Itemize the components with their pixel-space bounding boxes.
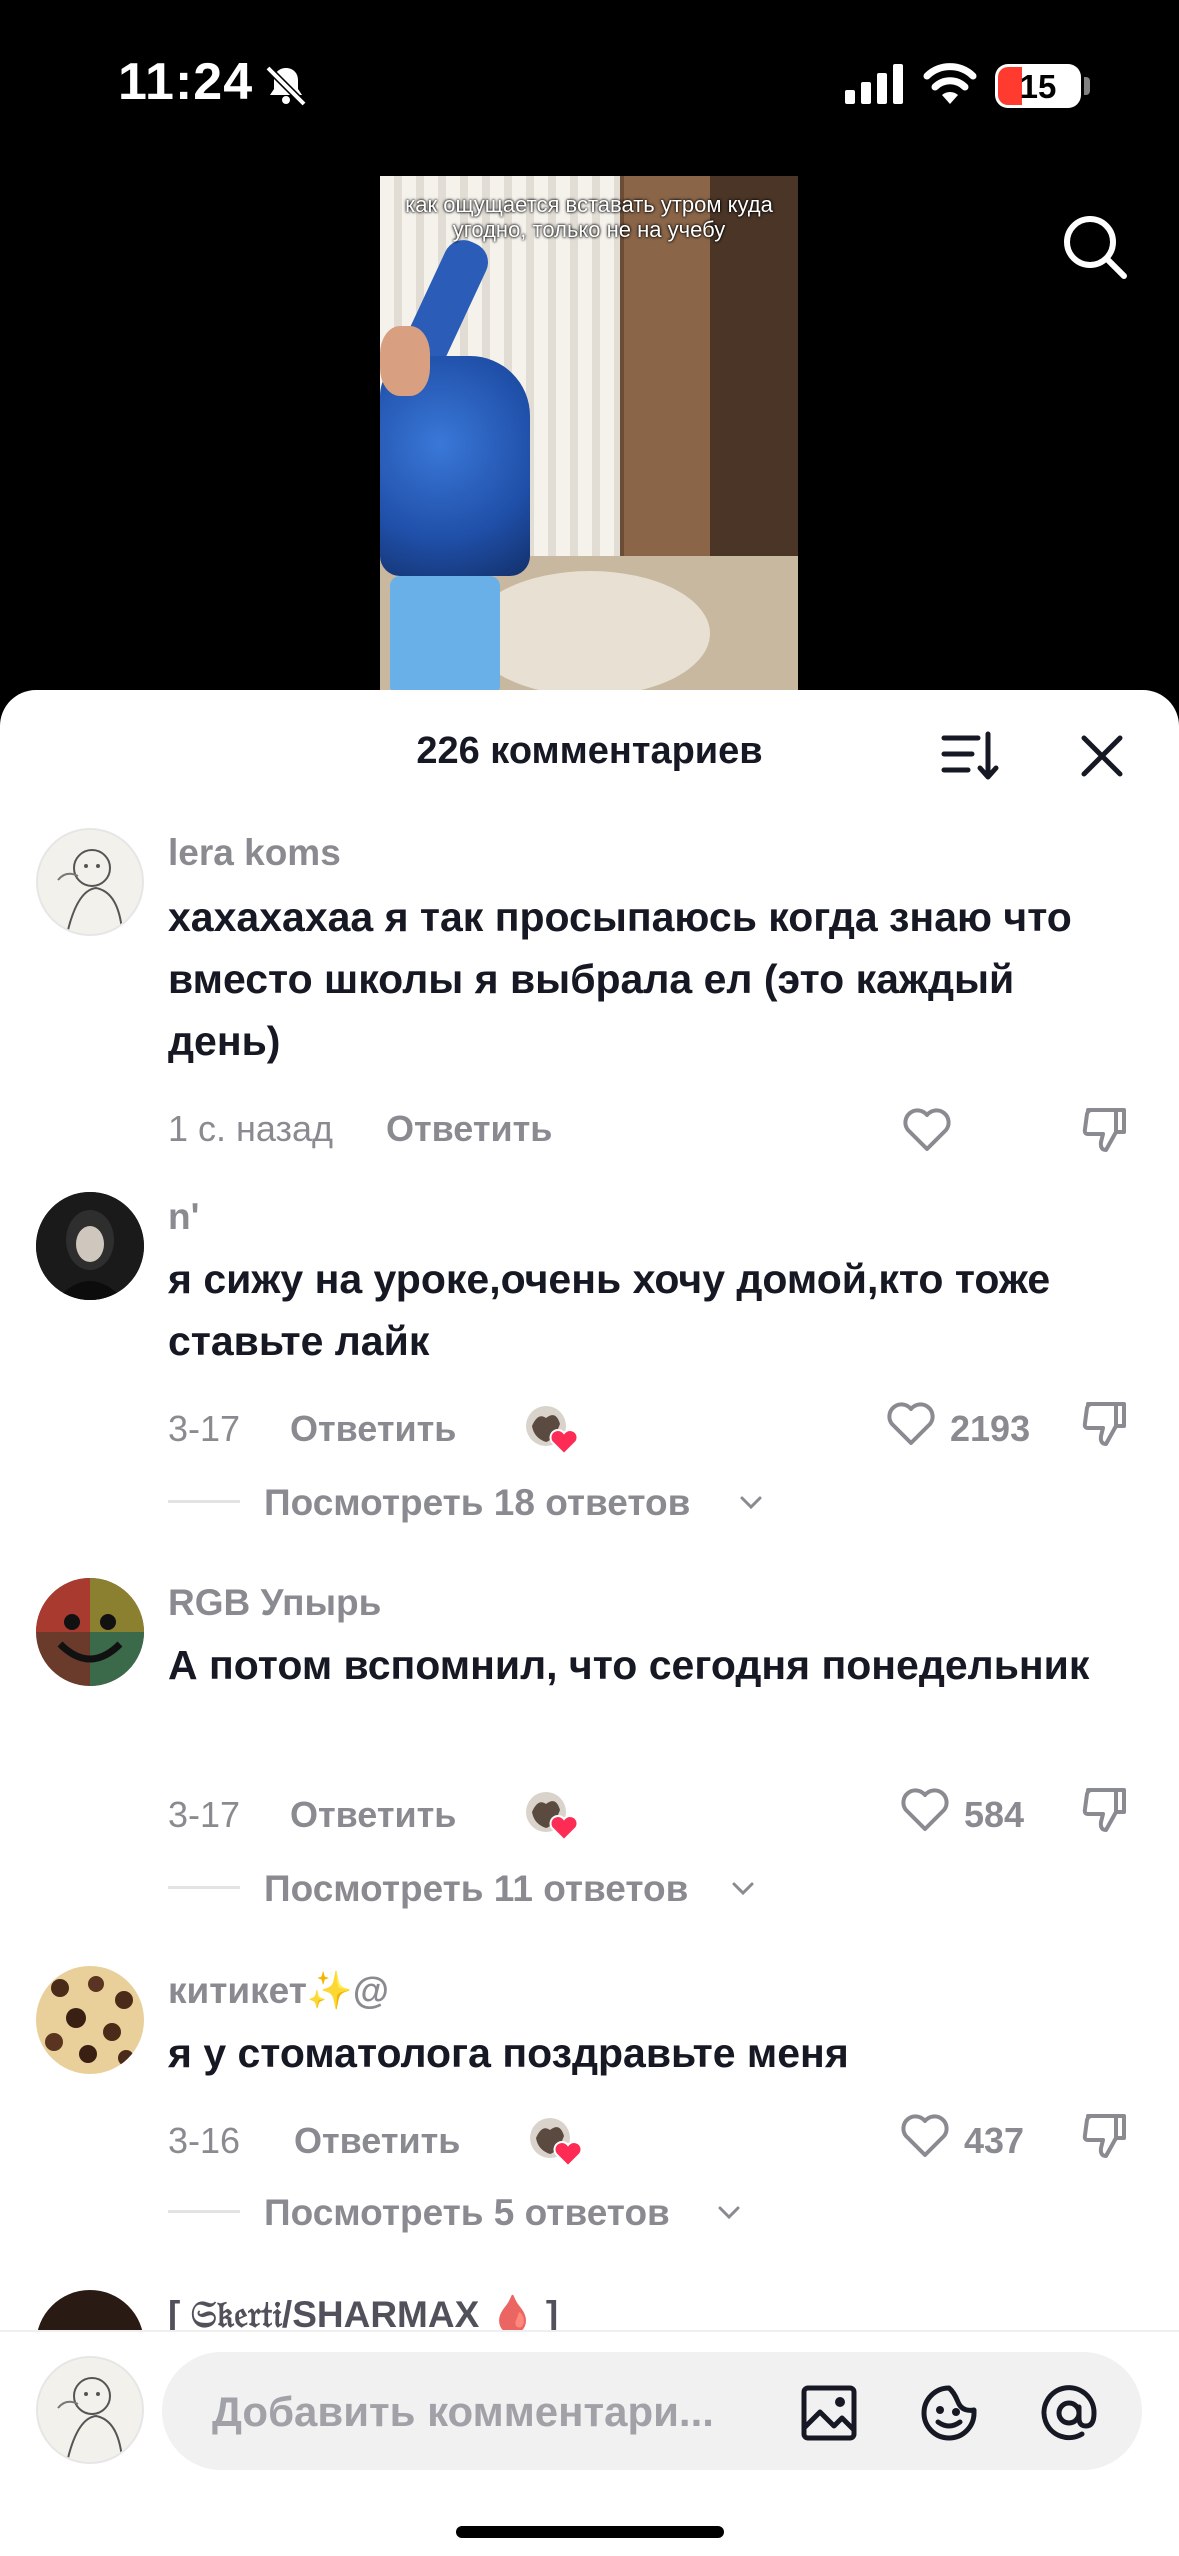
- video-player[interactable]: как ощущается вставать утром куда угодно…: [380, 176, 798, 696]
- comment-date: 3-17: [168, 1408, 241, 1449]
- dark-avatar-icon: [36, 1192, 144, 1300]
- reply-button[interactable]: Ответить: [386, 1108, 552, 1150]
- avatar[interactable]: [36, 1966, 144, 2074]
- dislike-icon[interactable]: [1078, 1782, 1132, 1836]
- like-count: 437: [964, 2120, 1025, 2161]
- dislike-icon[interactable]: [1078, 2108, 1132, 2162]
- view-replies-label: Посмотреть 11 ответов: [264, 1868, 689, 1909]
- comment-text: А потом вспомнил, что сегодня понедельни…: [168, 1642, 1090, 1688]
- close-icon[interactable]: [1072, 726, 1132, 786]
- search-icon[interactable]: [1058, 210, 1132, 284]
- comment-text: я у стоматолога поздравьте меня: [168, 2030, 849, 2076]
- heart-icon[interactable]: [884, 1396, 938, 1450]
- silent-bell-icon: [265, 65, 307, 107]
- replies-divider: [168, 1500, 240, 1503]
- image-icon[interactable]: [798, 2382, 860, 2444]
- sketch-avatar-icon: [57, 849, 123, 931]
- comment-date: 1 с. назад: [168, 1108, 334, 1149]
- wifi-icon: [923, 63, 977, 104]
- battery-level: 15: [1019, 68, 1057, 105]
- replies-divider: [168, 1886, 240, 1889]
- comments-header: 226 комментариев: [0, 690, 1179, 810]
- battery-indicator: 15: [995, 64, 1081, 108]
- sketch-avatar-icon: [57, 2377, 123, 2459]
- creator-liked-icon: [526, 1792, 579, 1842]
- heart-icon[interactable]: [898, 2108, 952, 2162]
- avatar[interactable]: [36, 1578, 144, 1686]
- chevron-down-icon: [740, 1496, 762, 1510]
- smiley-avatar-icon: [36, 1578, 144, 1686]
- comments-count-title: 226 комментариев: [416, 730, 763, 772]
- comments-sheet: 226 комментариев lera koms хахахахаа я т…: [0, 690, 1179, 2556]
- heart-icon[interactable]: [898, 1782, 952, 1836]
- comment-username[interactable]: китикет✨@: [168, 1970, 389, 2013]
- replies-divider: [168, 2210, 240, 2213]
- cookie-avatar-icon: [36, 1966, 144, 2074]
- heart-icon[interactable]: [900, 1102, 954, 1156]
- comment-username[interactable]: n': [168, 1196, 199, 1238]
- avatar[interactable]: [36, 828, 144, 936]
- avatar[interactable]: [36, 1192, 144, 1300]
- comment-username[interactable]: RGB Упырь: [168, 1582, 381, 1624]
- reply-button[interactable]: Ответить: [294, 2120, 460, 2162]
- creator-liked-icon: [530, 2118, 583, 2168]
- video-person-legs: [390, 576, 500, 696]
- creator-liked-icon: [526, 1406, 579, 1456]
- video-caption: как ощущается вставать утром куда угодно…: [405, 192, 773, 242]
- comment-date: 3-16: [168, 2120, 241, 2161]
- home-indicator: [456, 2526, 724, 2538]
- cellular-signal-icon: [845, 64, 903, 104]
- status-time: 11:24: [118, 53, 254, 111]
- like-count: 584: [964, 1794, 1025, 1835]
- battery-nub: [1084, 77, 1090, 95]
- view-replies-label: Посмотреть 18 ответов: [264, 1482, 691, 1523]
- emoji-icon[interactable]: [918, 2382, 980, 2444]
- like-count: 2193: [950, 1408, 1031, 1449]
- dislike-icon[interactable]: [1078, 1396, 1132, 1450]
- comment-text: хахахахаа я так просыпаюсь когда знаю чт…: [168, 894, 1072, 1064]
- comment-input-bar: Добавить комментари...: [0, 2330, 1179, 2556]
- reply-button[interactable]: Ответить: [290, 1408, 456, 1450]
- sort-icon[interactable]: [940, 726, 1000, 786]
- view-replies-label: Посмотреть 5 ответов: [264, 2192, 670, 2233]
- comment-date: 3-17: [168, 1794, 241, 1835]
- my-avatar[interactable]: [36, 2356, 144, 2464]
- mention-icon[interactable]: [1038, 2382, 1100, 2444]
- chevron-down-icon: [718, 2206, 740, 2220]
- status-bar: 11:24 15: [0, 0, 1179, 170]
- comment-username[interactable]: lera koms: [168, 832, 341, 874]
- dislike-icon[interactable]: [1078, 1102, 1132, 1156]
- chevron-down-icon: [732, 1882, 754, 1896]
- comment-text: я сижу на уроке,очень хочу домой,кто тож…: [168, 1256, 1051, 1364]
- comment-input-placeholder: Добавить комментари...: [212, 2388, 714, 2435]
- comment-input[interactable]: Добавить комментари...: [162, 2352, 1142, 2470]
- reply-button[interactable]: Ответить: [290, 1794, 456, 1836]
- video-person-head: [380, 326, 430, 396]
- video-scene-rug: [470, 571, 710, 696]
